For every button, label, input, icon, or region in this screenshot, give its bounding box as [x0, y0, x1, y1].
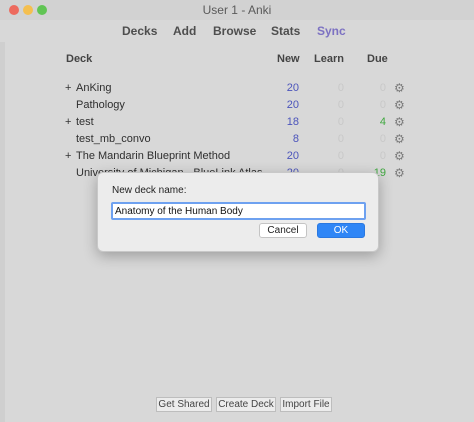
gear-icon[interactable]: ⚙	[394, 99, 405, 111]
deck-name[interactable]: test_mb_convo	[76, 133, 151, 145]
gear-icon[interactable]: ⚙	[394, 150, 405, 162]
header-learn: Learn	[314, 53, 344, 65]
toolbar-browse[interactable]: Browse	[213, 24, 256, 38]
main-toolbar: Decks Add Browse Stats Sync	[0, 20, 474, 42]
anki-window: User 1 - Anki Decks Add Browse Stats Syn…	[0, 0, 474, 422]
due-count: 0	[379, 150, 386, 162]
deck-row[interactable]: + The Mandarin Blueprint Method 20 0 0 ⚙	[5, 150, 474, 167]
toolbar-stats[interactable]: Stats	[271, 24, 300, 38]
cancel-button[interactable]: Cancel	[259, 223, 307, 238]
deck-browser: Deck New Learn Due + AnKing 20 0 0 ⚙ Pathology…	[5, 42, 474, 422]
new-count: 18	[286, 116, 299, 128]
header-deck: Deck	[66, 53, 93, 65]
gear-icon[interactable]: ⚙	[394, 167, 405, 179]
learn-count: 0	[337, 133, 344, 145]
toolbar-add[interactable]: Add	[173, 24, 196, 38]
expand-toggle[interactable]: +	[65, 116, 71, 128]
deck-row[interactable]: + AnKing 20 0 0 ⚙	[5, 82, 474, 99]
learn-count: 0	[337, 99, 344, 111]
deck-row[interactable]: test_mb_convo 8 0 0 ⚙	[5, 133, 474, 150]
create-deck-button[interactable]: Create Deck	[216, 397, 276, 412]
bottom-bar: Get Shared Create Deck Import File	[0, 397, 474, 413]
deck-name-input[interactable]	[111, 202, 366, 220]
header-new: New	[277, 53, 300, 65]
learn-count: 0	[337, 150, 344, 162]
new-count: 20	[286, 99, 299, 111]
learn-count: 0	[337, 82, 344, 94]
deck-name[interactable]: The Mandarin Blueprint Method	[76, 150, 230, 162]
new-deck-dialog: New deck name: Cancel OK	[97, 172, 379, 252]
deck-name[interactable]: AnKing	[76, 82, 111, 94]
deck-row[interactable]: + test 18 0 4 ⚙	[5, 116, 474, 133]
due-count: 0	[379, 133, 386, 145]
toolbar-decks[interactable]: Decks	[122, 24, 157, 38]
expand-toggle[interactable]: +	[65, 150, 71, 162]
new-count: 20	[286, 82, 299, 94]
due-count: 0	[379, 82, 386, 94]
due-count: 0	[379, 99, 386, 111]
gear-icon[interactable]: ⚙	[394, 82, 405, 94]
expand-toggle[interactable]: +	[65, 82, 71, 94]
gear-icon[interactable]: ⚙	[394, 116, 405, 128]
deck-name[interactable]: test	[76, 116, 94, 128]
toolbar-sync[interactable]: Sync	[317, 24, 346, 38]
due-count: 4	[379, 116, 386, 128]
deck-name[interactable]: Pathology	[76, 99, 125, 111]
ok-button[interactable]: OK	[317, 223, 365, 238]
get-shared-button[interactable]: Get Shared	[156, 397, 212, 412]
header-due: Due	[367, 53, 388, 65]
dialog-label: New deck name:	[112, 185, 187, 196]
window-title: User 1 - Anki	[202, 3, 272, 17]
title-bar: User 1 - Anki	[0, 0, 474, 20]
new-count: 8	[292, 133, 299, 145]
learn-count: 0	[337, 116, 344, 128]
import-file-button[interactable]: Import File	[280, 397, 332, 412]
gear-icon[interactable]: ⚙	[394, 133, 405, 145]
new-count: 20	[286, 150, 299, 162]
deck-row[interactable]: Pathology 20 0 0 ⚙	[5, 99, 474, 116]
